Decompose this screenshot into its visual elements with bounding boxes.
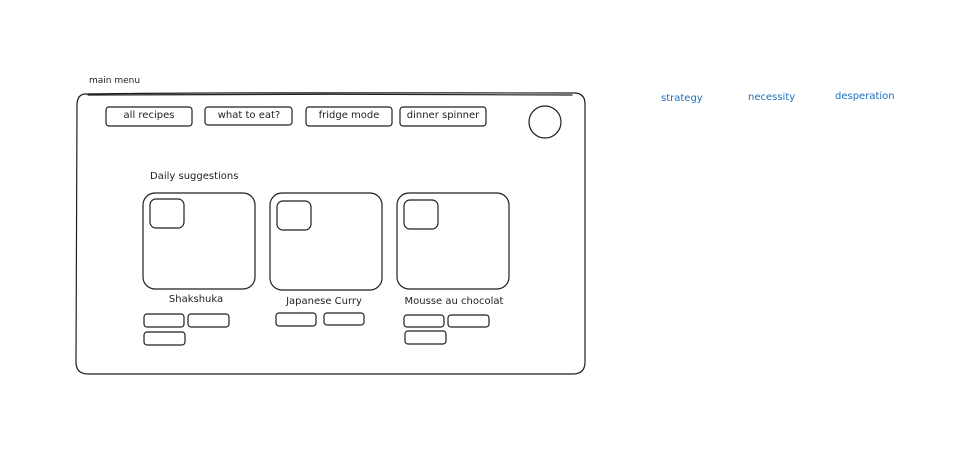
recipe-title[interactable]: Shakshuka [169, 294, 223, 305]
tag-pill[interactable] [143, 313, 185, 328]
nav-label-dinner-spinner[interactable]: dinner spinner [407, 110, 480, 121]
recipe-card-thumb-1 [149, 198, 185, 229]
avatar[interactable] [528, 105, 562, 139]
nav-label-all-recipes[interactable]: all recipes [124, 110, 175, 121]
tag-pill[interactable] [403, 314, 445, 328]
recipe-card-thumb-2 [276, 200, 312, 231]
tag-pill[interactable] [323, 312, 365, 326]
side-note: desperation [835, 91, 895, 102]
recipe-card-image-2[interactable] [269, 192, 383, 291]
recipe-title[interactable]: Japanese Curry [286, 296, 362, 307]
frame-label: main menu [89, 76, 141, 86]
tag-pill[interactable] [143, 331, 186, 346]
tag-pill[interactable] [275, 312, 317, 327]
nav-label-fridge-mode[interactable]: fridge mode [319, 110, 380, 121]
recipe-card-thumb-3 [403, 199, 439, 230]
nav-label-what-to-eat[interactable]: what to eat? [218, 110, 280, 121]
tag-pill[interactable] [404, 330, 447, 345]
recipe-card-image-1[interactable] [142, 192, 256, 290]
recipe-card-image-3[interactable] [396, 192, 510, 290]
tag-pill[interactable] [187, 313, 230, 328]
side-note: strategy [661, 93, 703, 104]
wireframe-canvas [75, 92, 586, 375]
section-heading: Daily suggestions [150, 171, 239, 182]
side-note: necessity [748, 92, 796, 103]
tag-pill[interactable] [447, 314, 490, 328]
recipe-title[interactable]: Mousse au chocolat [405, 296, 504, 307]
